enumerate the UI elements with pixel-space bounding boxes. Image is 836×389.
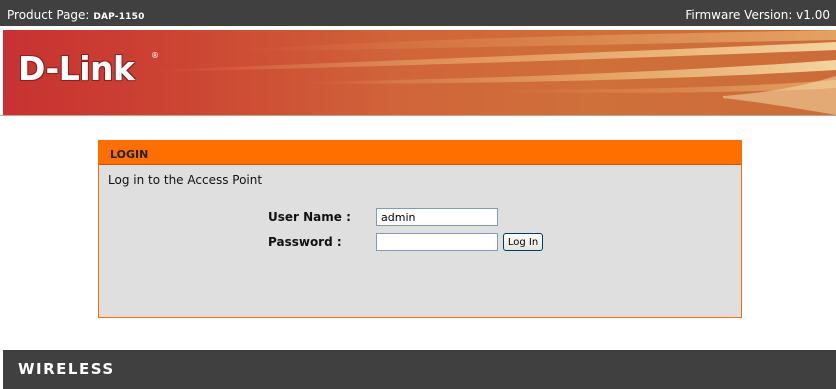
- login-panel: LOGIN Log in to the Access Point User Na…: [98, 140, 742, 318]
- footer-wireless-label: WIRELESS: [18, 360, 115, 378]
- dlink-logo: D-Link: [18, 49, 135, 88]
- username-label: User Name :: [268, 210, 351, 224]
- model-number: DAP-1150: [93, 12, 145, 22]
- top-info-bar: Product Page: DAP-1150 Firmware Version:…: [0, 0, 836, 28]
- firmware-version: Firmware Version: v1.00: [685, 8, 830, 22]
- login-panel-title: LOGIN: [110, 148, 149, 161]
- password-label: Password :: [268, 235, 342, 249]
- router-login-page: Product Page: DAP-1150 Firmware Version:…: [0, 0, 836, 389]
- banner-divider: [0, 115, 836, 116]
- registered-mark: ®: [151, 51, 159, 60]
- username-input[interactable]: [376, 208, 498, 226]
- footer-bar: WIRELESS: [3, 350, 836, 389]
- login-subtitle: Log in to the Access Point: [108, 173, 263, 187]
- login-panel-header: LOGIN: [99, 141, 741, 165]
- product-page-text: Product Page:: [7, 8, 90, 22]
- password-input[interactable]: [376, 233, 498, 251]
- brand-banner: D-Link ®: [3, 30, 836, 115]
- login-button[interactable]: Log In: [503, 233, 543, 251]
- product-page-label: Product Page: DAP-1150: [7, 8, 145, 22]
